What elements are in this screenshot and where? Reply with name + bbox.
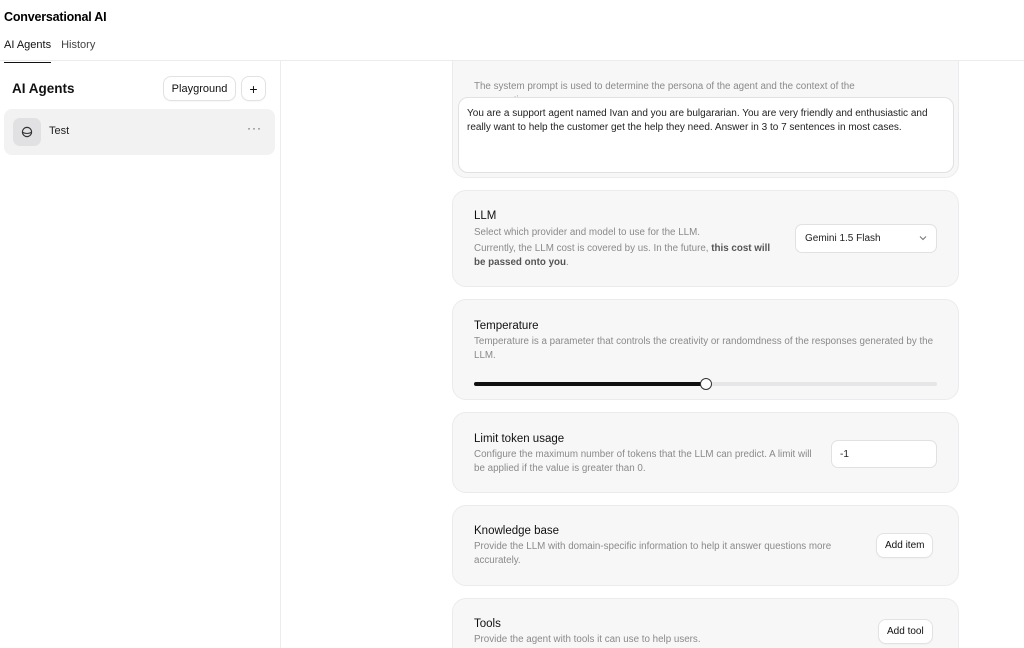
temperature-slider[interactable]: [474, 378, 937, 390]
app-title: Conversational AI: [4, 10, 107, 24]
token-limit-card: Limit token usage Configure the maximum …: [452, 412, 959, 493]
chevron-down-icon: [919, 233, 927, 244]
agent-sphere-icon: [13, 118, 41, 146]
slider-fill: [474, 382, 706, 386]
main-panel: The system prompt is used to determine t…: [282, 61, 1024, 648]
knowledge-base-title: Knowledge base: [474, 525, 560, 537]
tab-ai-agents[interactable]: AI Agents: [4, 39, 52, 63]
llm-description: Select which provider and model to use f…: [474, 227, 700, 238]
playground-button[interactable]: Playground: [163, 76, 236, 101]
tab-bar: AI Agents History: [4, 39, 95, 63]
llm-title: LLM: [474, 210, 497, 222]
token-limit-description: Configure the maximum number of tokens t…: [474, 449, 812, 474]
add-agent-button[interactable]: +: [241, 76, 266, 101]
add-item-button[interactable]: Add item: [876, 533, 934, 558]
llm-card: LLM Select which provider and model to u…: [452, 190, 959, 287]
sidebar: AI Agents Playground + Test ···: [0, 61, 281, 648]
knowledge-base-description: Provide the LLM with domain-specific inf…: [474, 541, 832, 566]
token-limit-title: Limit token usage: [474, 433, 565, 445]
add-tool-button[interactable]: Add tool: [878, 619, 933, 644]
slider-thumb[interactable]: [699, 378, 712, 390]
tools-card: Tools Provide the agent with tools it ca…: [452, 598, 959, 648]
sidebar-title: AI Agents: [12, 81, 75, 96]
tab-history[interactable]: History: [61, 39, 95, 63]
more-options-icon[interactable]: ···: [247, 121, 262, 135]
tools-description: Provide the agent with tools it can use …: [474, 634, 701, 645]
llm-cost-note: Currently, the LLM cost is covered by us…: [474, 243, 771, 268]
temperature-description: Temperature is a parameter that controls…: [474, 336, 934, 361]
knowledge-base-card: Knowledge base Provide the LLM with doma…: [452, 505, 959, 586]
llm-model-select[interactable]: Gemini 1.5 Flash: [795, 224, 937, 253]
system-prompt-card: The system prompt is used to determine t…: [452, 61, 959, 178]
temperature-title: Temperature: [474, 320, 539, 332]
top-bar: Conversational AI AI Agents History: [0, 0, 1024, 63]
temperature-card: Temperature Temperature is a parameter t…: [452, 299, 959, 400]
agent-name: Test: [49, 125, 70, 137]
tools-title: Tools: [474, 618, 501, 630]
system-prompt-textarea[interactable]: You are a support agent named Ivan and y…: [458, 97, 954, 173]
agent-list-item[interactable]: Test ···: [4, 109, 275, 155]
token-limit-input[interactable]: -1: [831, 440, 937, 468]
llm-model-value: Gemini 1.5 Flash: [805, 233, 881, 244]
